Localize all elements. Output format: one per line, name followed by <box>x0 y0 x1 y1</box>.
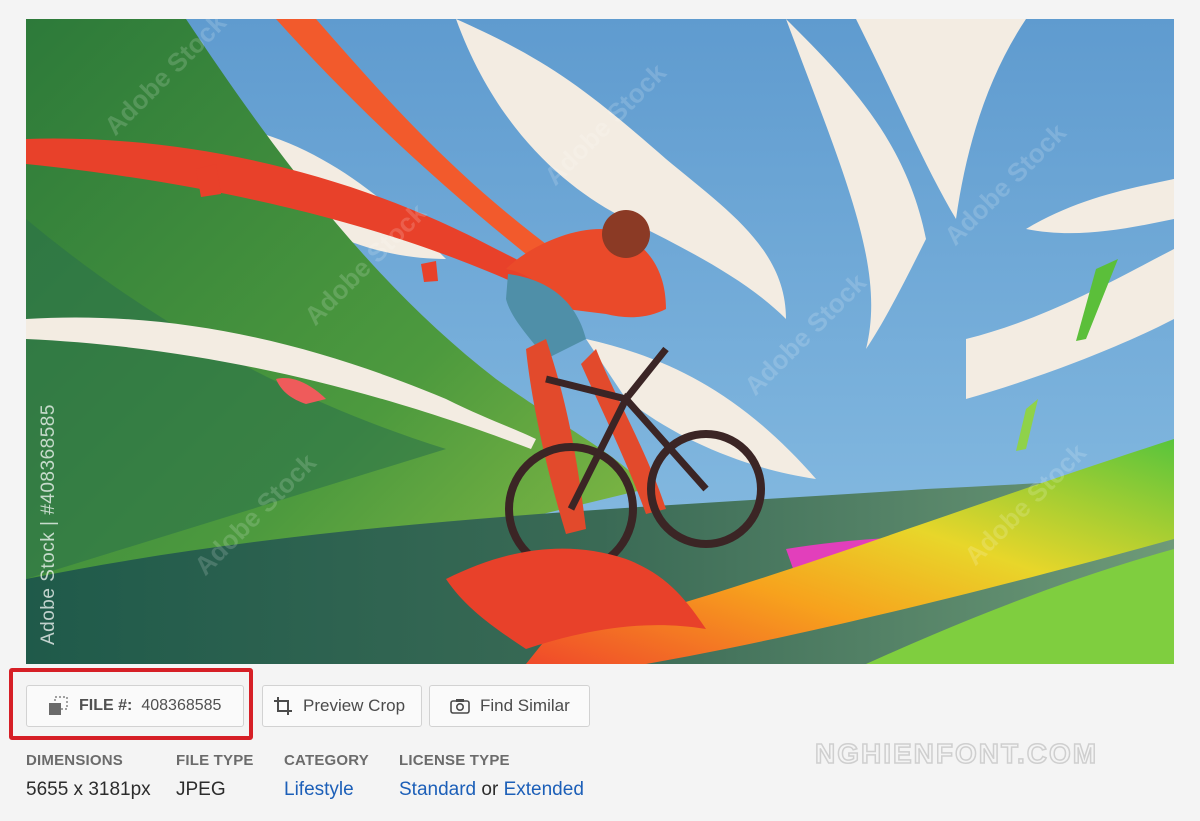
camera-icon <box>450 698 470 714</box>
preview-crop-button[interactable]: Preview Crop <box>262 685 422 727</box>
license-or-text: or <box>481 779 499 800</box>
side-watermark: Adobe Stock | #408368585 <box>38 404 59 645</box>
file-icon <box>47 696 69 716</box>
meta-file-type-label: FILE TYPE <box>176 752 254 769</box>
file-number-label: FILE #: <box>79 697 133 714</box>
meta-dimensions: DIMENSIONS 5655 x 3181px <box>26 752 151 801</box>
meta-category-label: CATEGORY <box>284 752 369 769</box>
standard-license-link[interactable]: Standard <box>399 779 476 800</box>
stock-image-preview[interactable]: Adobe Stock Adobe Stock Adobe Stock Adob… <box>26 19 1174 664</box>
meta-license: LICENSE TYPE Standard or Extended <box>399 752 584 801</box>
stock-image-page: Adobe Stock Adobe Stock Adobe Stock Adob… <box>0 0 1200 821</box>
find-similar-label: Find Similar <box>480 696 570 715</box>
crop-icon <box>273 696 293 716</box>
meta-file-type-value: JPEG <box>176 779 226 800</box>
find-similar-button[interactable]: Find Similar <box>429 685 590 727</box>
preview-crop-label: Preview Crop <box>303 696 406 715</box>
meta-dimensions-label: DIMENSIONS <box>26 752 124 769</box>
brand-watermark: NGHIENFONT.COM <box>814 737 1099 770</box>
file-number-button[interactable]: FILE #: 408368585 <box>26 685 244 727</box>
category-link[interactable]: Lifestyle <box>284 779 354 800</box>
file-number-value: 408368585 <box>141 697 222 714</box>
meta-category: CATEGORY Lifestyle <box>284 752 369 801</box>
meta-license-label: LICENSE TYPE <box>399 752 510 769</box>
extended-license-link[interactable]: Extended <box>504 779 584 800</box>
meta-file-type: FILE TYPE JPEG <box>176 752 254 801</box>
meta-dimensions-value: 5655 x 3181px <box>26 779 151 800</box>
cyclist-artwork <box>26 19 1174 664</box>
